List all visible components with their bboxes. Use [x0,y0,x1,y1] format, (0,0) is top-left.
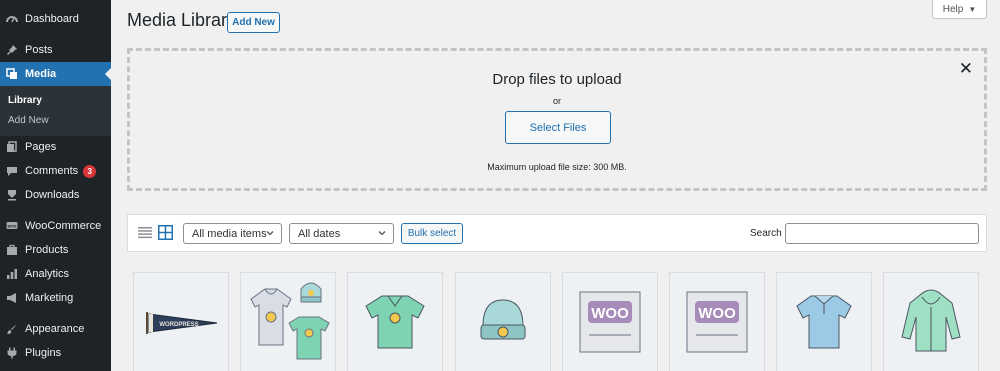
sidebar-item-label: Media [25,68,57,80]
sidebar-item-label: WooCommerce [25,220,102,232]
or-text: or [552,96,561,106]
help-tab[interactable]: Help ▼ [932,0,987,19]
sidebar-item-label: Pages [25,141,57,153]
help-label: Help [942,3,964,15]
add-new-button[interactable]: Add New [227,12,280,33]
media-item-pennant[interactable]: WORDPRESS [133,272,229,371]
admin-sidebar: Dashboard Posts Media Library Add New Pa… [0,0,111,371]
sidebar-item-downloads[interactable]: Downloads [0,183,111,207]
media-item-hoodie-set[interactable] [240,272,336,371]
brush-icon [6,323,18,335]
date-filter[interactable]: All dates [289,223,394,244]
search-input[interactable] [785,223,979,244]
bulk-select-button[interactable]: Bulk select [401,223,463,244]
woo-album-thumbnail: WOO [579,291,641,353]
sidebar-item-label: Marketing [25,292,74,304]
media-icon [6,68,18,80]
sidebar-item-marketing[interactable]: Marketing [0,286,111,310]
select-files-button[interactable]: Select Files [505,111,611,144]
caret-down-icon: ▼ [968,4,977,14]
sidebar-item-label: Posts [25,44,53,56]
sidebar-item-label: Dashboard [25,13,79,25]
sidebar-item-label: Products [25,244,69,256]
date-filter-value: All dates [298,227,341,240]
svg-text:WORDPRESS: WORDPRESS [159,322,198,328]
polo-thumbnail [796,295,852,349]
comment-icon [6,165,18,177]
sidebar-item-label: Plugins [25,347,62,359]
pin-icon [6,44,18,56]
woo-icon: woo [6,220,18,232]
pennant-thumbnail: WORDPRESS [146,312,218,334]
max-upload-size: Maximum upload file size: 300 MB. [487,162,627,172]
analytics-icon [6,268,18,280]
media-item-hoodie[interactable] [883,272,979,371]
woo-album-thumbnail: WOO [686,291,748,353]
submenu-item-library[interactable]: Library [8,95,42,106]
media-toolbar: All media items All dates Bulk select Se… [127,214,987,252]
media-submenu: Library Add New [0,86,111,136]
upload-dropzone[interactable]: ✕ Drop files to upload or Select Files M… [127,48,987,191]
tshirt-thumbnail [365,295,425,349]
media-item-woo-album-single[interactable]: WOO [562,272,658,371]
pages-icon [6,141,18,153]
active-indicator [105,68,111,80]
sidebar-item-plugins[interactable]: Plugins [0,341,111,365]
sidebar-item-label: Analytics [25,268,70,280]
media-item-polo[interactable] [776,272,872,371]
drop-title: Drop files to upload [492,71,622,88]
sidebar-item-label: Appearance [25,323,85,335]
chevron-down-icon [265,228,275,238]
grid-view-icon[interactable] [158,225,173,240]
products-icon [6,244,18,256]
sidebar-item-posts[interactable]: Posts [0,38,111,62]
sidebar-item-dashboard[interactable]: Dashboard [0,7,111,31]
download-icon [6,189,18,201]
sidebar-item-analytics[interactable]: Analytics [0,262,111,286]
svg-text:woo: woo [7,223,17,228]
svg-text:WOO: WOO [698,305,736,322]
sidebar-item-label: Comments [25,165,79,177]
megaphone-icon [6,292,18,304]
dashboard-icon [6,13,18,25]
media-type-value: All media items [192,227,267,240]
beanie-thumbnail [480,299,526,340]
svg-text:WOO: WOO [591,305,629,322]
sidebar-item-label: Downloads [25,189,80,201]
sidebar-item-pages[interactable]: Pages [0,135,111,159]
comments-count-badge: 3 [83,164,97,178]
list-view-icon[interactable] [138,226,152,240]
media-type-filter[interactable]: All media items [183,223,282,244]
hoodie-thumbnail [901,289,961,352]
sidebar-item-media[interactable]: Media [0,62,111,86]
sidebar-item-appearance[interactable]: Appearance [0,317,111,341]
plugin-icon [6,347,18,359]
chevron-down-icon [377,228,387,238]
search-label: Search [750,228,782,239]
media-item-beanie[interactable] [455,272,551,371]
submenu-item-add-new[interactable]: Add New [8,115,49,126]
media-item-tshirt[interactable] [347,272,443,371]
page-title: Media Library [127,10,237,30]
sidebar-item-products[interactable]: Products [0,238,111,262]
sidebar-item-woocommerce[interactable]: woo WooCommerce [0,214,111,238]
hoodie-set-thumbnail [250,282,330,360]
media-item-woo-album[interactable]: WOO [669,272,765,371]
sidebar-item-comments[interactable]: Comments 3 [0,159,111,183]
